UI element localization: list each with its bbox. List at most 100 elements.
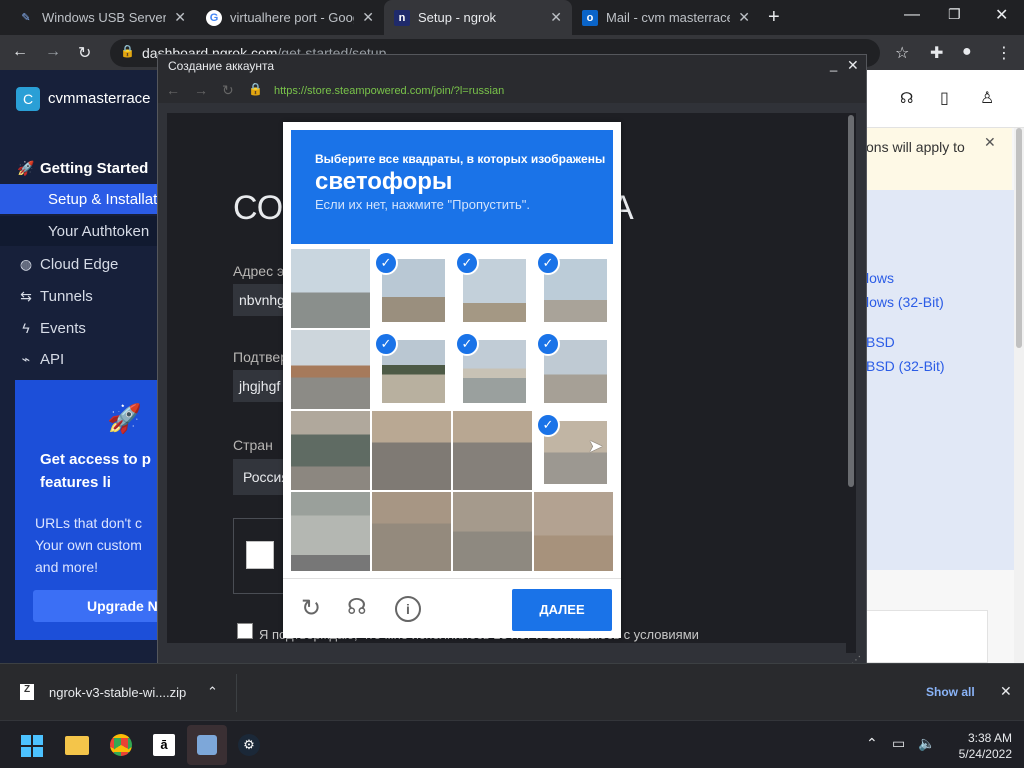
link-windows[interactable]: lows xyxy=(866,270,894,286)
captcha-tile[interactable] xyxy=(291,492,370,571)
usb-icon: ✎ xyxy=(21,12,31,24)
new-tab-button[interactable]: + xyxy=(768,6,780,29)
close-icon[interactable]: ✕ xyxy=(550,9,562,26)
tab-setup-ngrok[interactable]: n Setup - ngrok ✕ xyxy=(384,0,572,35)
agree-checkbox[interactable] xyxy=(237,623,253,639)
window-close-button[interactable]: ✕ xyxy=(995,5,1008,25)
minimize-button[interactable]: — xyxy=(904,6,920,24)
checkmark-icon: ✓ xyxy=(374,332,398,356)
captcha-hint: Если их нет, нажмите "Пропустить". xyxy=(315,197,531,212)
captcha-tile[interactable] xyxy=(534,492,613,571)
show-all-button[interactable]: Show all xyxy=(926,685,975,699)
tab-virtualhere[interactable]: G virtualhere port - Goog ✕ xyxy=(196,0,384,35)
notice-banner: ons will apply to ✕ xyxy=(866,128,1012,190)
download-item[interactable]: ngrok-v3-stable-wi....zip xyxy=(49,685,186,700)
captcha-tile[interactable] xyxy=(291,411,370,490)
bookmark-star-icon[interactable]: ☆ xyxy=(895,43,909,63)
steam-icon[interactable]: ⚙ xyxy=(238,734,260,756)
captcha-tile[interactable] xyxy=(291,249,370,328)
outlook-icon: o xyxy=(582,9,598,26)
checkmark-icon: ✓ xyxy=(536,251,560,275)
api-icon: ⌁ xyxy=(21,350,31,367)
lower-panel xyxy=(866,570,1024,663)
popup-scrollbar[interactable] xyxy=(846,113,856,653)
rocket-icon: 🚀 xyxy=(17,159,35,176)
profile-icon[interactable]: ● xyxy=(962,43,972,61)
captcha-instruction: Выберите все квадраты, в которых изображ… xyxy=(315,152,606,166)
file-explorer-icon[interactable] xyxy=(65,736,89,755)
close-icon[interactable]: ✕ xyxy=(174,9,186,26)
captcha-tile[interactable] xyxy=(453,492,532,571)
network-icon[interactable]: ▭ xyxy=(892,735,905,752)
account-name[interactable]: cvmmasterrace xyxy=(48,90,151,107)
chrome-icon[interactable] xyxy=(110,734,132,756)
close-icon[interactable]: ✕ xyxy=(362,9,374,26)
ngrok-icon: n xyxy=(394,9,410,26)
upgrade-button[interactable]: Upgrade N xyxy=(33,590,163,622)
captcha-challenge: Выберите все квадраты, в которых изображ… xyxy=(283,122,621,638)
back-icon[interactable]: ← xyxy=(166,82,180,98)
captcha-tile[interactable] xyxy=(453,411,532,490)
confirm-email-label: Подтвер xyxy=(233,349,288,365)
forward-icon[interactable]: → xyxy=(194,82,208,98)
restore-button[interactable]: ❐ xyxy=(948,6,961,23)
zip-file-icon: Z xyxy=(20,684,34,700)
headphones-icon[interactable]: ☊ xyxy=(347,594,367,620)
clock[interactable]: 3:38 AM 5/24/2022 xyxy=(940,730,1012,762)
upgrade-promo: 🚀 Get access to p features li URLs that … xyxy=(15,380,163,640)
captcha-tile[interactable] xyxy=(372,411,451,490)
captcha-tile[interactable] xyxy=(291,330,370,409)
start-button[interactable] xyxy=(21,735,43,757)
recaptcha-checkbox[interactable] xyxy=(246,541,274,569)
sidebar-item-api[interactable]: ⌁ API xyxy=(12,344,174,374)
checkmark-icon: ✓ xyxy=(374,251,398,275)
link-bsd-32[interactable]: BSD (32-Bit) xyxy=(866,358,945,374)
popup-url: https://store.steampowered.com/join/?l=r… xyxy=(274,85,505,97)
user-icon[interactable]: ♙ xyxy=(980,88,994,108)
sidebar-item-authtoken[interactable]: Your Authtoken xyxy=(0,216,162,246)
volume-icon[interactable]: 🔈 xyxy=(918,735,935,752)
docs-icon[interactable]: ▯ xyxy=(940,88,949,108)
chevron-up-icon[interactable]: ⌃ xyxy=(866,735,878,752)
tab-mail[interactable]: o Mail - cvm masterrace ✕ xyxy=(572,0,760,35)
captcha-target: светофоры xyxy=(315,168,453,195)
next-button[interactable]: ДАЛЕЕ xyxy=(512,589,612,631)
close-icon[interactable]: ✕ xyxy=(1000,683,1012,700)
captcha-tile[interactable] xyxy=(372,492,451,571)
link-windows-32[interactable]: lows (32-Bit) xyxy=(866,294,944,310)
avatar: C xyxy=(16,87,40,111)
sidebar-item-events[interactable]: ϟ Events xyxy=(12,313,174,343)
popup-minimize-button[interactable]: _ xyxy=(830,57,837,72)
tunnels-icon: ⇆ xyxy=(20,287,32,304)
email-label: Адрес э xyxy=(233,263,285,279)
extensions-icon[interactable]: ✚ xyxy=(930,43,943,63)
app-icon[interactable]: ā xyxy=(153,734,175,756)
lock-icon: 🔒 xyxy=(120,44,135,58)
close-icon[interactable]: ✕ xyxy=(984,134,996,151)
link-bsd[interactable]: BSD xyxy=(866,334,895,350)
rocket-icon: 🚀 xyxy=(107,403,142,434)
tab-windows-usb[interactable]: ✎ Windows USB Server | ✕ xyxy=(8,0,196,35)
page-scrollbar[interactable] xyxy=(1014,128,1024,663)
headset-icon[interactable]: ☊ xyxy=(900,89,913,107)
forward-icon[interactable]: → xyxy=(45,43,61,61)
reload-icon[interactable]: ↻ xyxy=(301,594,321,623)
sidebar-item-setup[interactable]: Setup & Installat xyxy=(0,184,162,214)
popup-close-button[interactable]: ✕ xyxy=(847,57,859,74)
back-icon[interactable]: ← xyxy=(12,43,28,61)
virtualhere-icon[interactable] xyxy=(197,735,217,755)
google-icon: G xyxy=(206,9,222,26)
info-icon[interactable]: i xyxy=(395,596,421,622)
checkmark-icon: ✓ xyxy=(455,332,479,356)
reload-icon[interactable]: ↻ xyxy=(78,43,91,63)
chevron-up-icon[interactable]: ⌃ xyxy=(207,684,218,700)
reload-icon[interactable]: ↻ xyxy=(222,82,234,99)
close-icon[interactable]: ✕ xyxy=(738,9,750,26)
sidebar-item-getting-started[interactable]: 🚀 Getting Started xyxy=(12,153,174,183)
sidebar-item-cloud-edge[interactable]: ◍ Cloud Edge xyxy=(12,249,174,279)
promo-title: Get access to p features li xyxy=(40,451,151,491)
menu-icon[interactable]: ⋮ xyxy=(996,43,1012,63)
sidebar-item-tunnels[interactable]: ⇆ Tunnels xyxy=(12,281,174,311)
page-heading: СО xyxy=(233,189,284,227)
download-bar: Z ngrok-v3-stable-wi....zip ⌃ Show all ✕ xyxy=(0,663,1024,720)
